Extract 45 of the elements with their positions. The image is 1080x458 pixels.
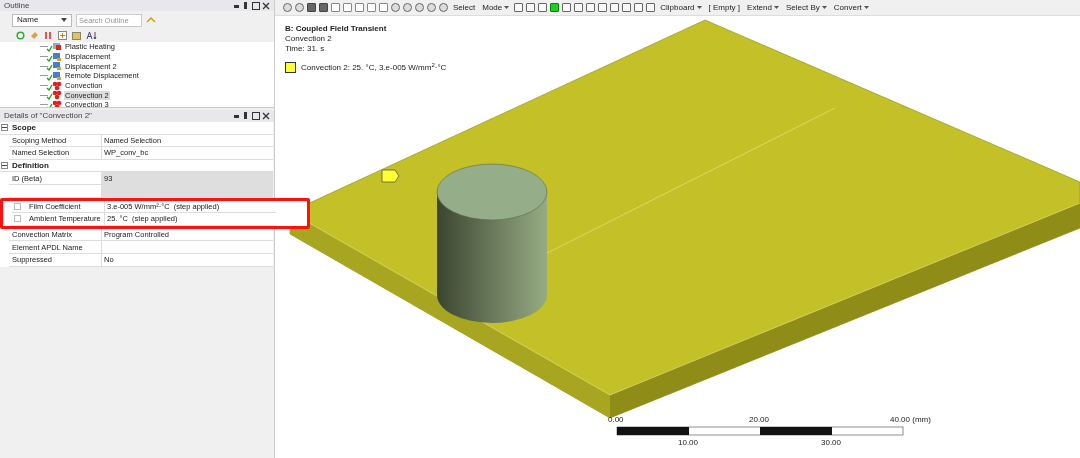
scale-label: 30.00 — [821, 437, 842, 449]
collapse-icon[interactable] — [1, 162, 8, 170]
dropdown-caret-icon[interactable] — [696, 6, 702, 9]
toolbar-button[interactable]: Clipboard — [658, 1, 704, 14]
dropdown-caret-icon[interactable] — [773, 6, 779, 9]
panel-title: Details of "Convection 2" — [4, 110, 92, 122]
panel-title: Outline — [4, 0, 30, 12]
displacement-icon — [46, 70, 62, 81]
toolbar-button[interactable]: Extend — [745, 1, 781, 14]
toolbar-button[interactable]: Mode — [480, 1, 512, 14]
dropdown-caret-icon[interactable] — [821, 6, 827, 9]
toolbar-button[interactable]: Select — [451, 1, 478, 14]
scale-label: 10.00 — [678, 437, 699, 449]
toolbar-button[interactable]: Select By — [783, 1, 829, 14]
expand-icon[interactable] — [58, 31, 67, 40]
displacement-icon — [46, 61, 62, 72]
collapse-icon[interactable] — [1, 124, 8, 132]
panel-controls-icon[interactable] — [234, 1, 270, 10]
scale-label: 0.00 — [608, 414, 624, 426]
checkbox[interactable] — [14, 215, 21, 223]
caret-icon[interactable] — [146, 16, 156, 24]
sort-dropdown[interactable]: Name — [12, 13, 72, 27]
load-tag-marker — [381, 169, 400, 183]
toolbar-button[interactable]: Convert — [831, 1, 871, 14]
dropdown-caret-icon[interactable] — [61, 18, 67, 22]
toolbar-button[interactable]: [ Empty ] — [706, 1, 743, 14]
time-label: Time: 31. s — [285, 44, 326, 54]
heating-load-icon — [46, 42, 62, 52]
checkbox[interactable] — [14, 202, 21, 210]
convection-icon — [46, 90, 62, 101]
displacement-icon — [46, 51, 62, 62]
dropdown-caret-icon[interactable] — [863, 6, 869, 9]
section-title: Definition — [12, 159, 49, 172]
scale-label: 40.00 (mm) — [890, 414, 931, 426]
panel-controls-icon[interactable] — [234, 112, 270, 120]
object-name: Convection 2 — [285, 34, 333, 44]
refresh-icon[interactable] — [16, 31, 25, 40]
folder-icon[interactable] — [72, 31, 81, 40]
dropdown-caret-icon[interactable] — [504, 6, 510, 9]
analysis-title: B: Coupled Field Transient — [285, 24, 388, 34]
sort-arrows-icon[interactable] — [44, 31, 53, 40]
convection-icon — [46, 80, 62, 91]
scale-label: 20.00 — [749, 414, 770, 426]
section-title: Scope — [12, 121, 36, 134]
legend-label: Convection 2: 25. °C, 3.e-005 W/mm$^{2}$·°C — [301, 62, 447, 73]
